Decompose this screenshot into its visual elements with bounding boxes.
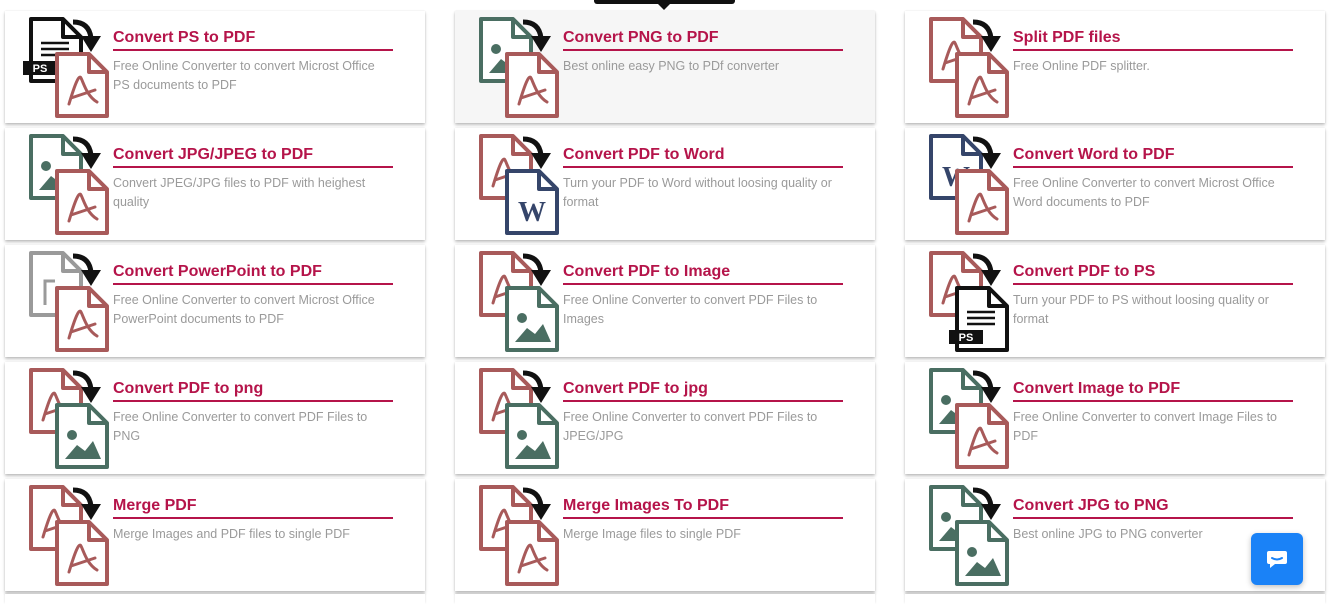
chat-bubble-icon bbox=[1267, 551, 1287, 568]
image-file-icon bbox=[55, 403, 109, 469]
pdf-file-icon bbox=[955, 52, 1009, 118]
conversion-icon bbox=[23, 250, 115, 354]
tool-title[interactable]: Merge PDF bbox=[113, 496, 393, 519]
tool-description: Convert JPEG/JPG files to PDF with heigh… bbox=[113, 176, 366, 209]
chat-button[interactable] bbox=[1251, 533, 1303, 585]
pdf-file-icon bbox=[55, 286, 109, 352]
ps-file-icon: PS bbox=[949, 286, 1009, 352]
tool-description: Free Online Converter to convert Image F… bbox=[1013, 410, 1278, 443]
tool-description: Free Online Converter to convert PDF Fil… bbox=[113, 410, 368, 443]
conversion-icon bbox=[473, 250, 565, 354]
tool-text: Convert JPG/JPEG to PDF Convert JPEG/JPG … bbox=[113, 145, 393, 212]
tool-title[interactable]: Convert PowerPoint to PDF bbox=[113, 262, 393, 285]
conversion-icon bbox=[23, 133, 115, 237]
svg-text:PS: PS bbox=[33, 63, 48, 75]
conversion-icon bbox=[923, 484, 1015, 588]
tool-card[interactable]: PS Convert PS to PDF Free Online Converter… bbox=[5, 11, 425, 123]
tool-card[interactable]: Convert PowerPoint to PDF Free Online Con… bbox=[5, 245, 425, 357]
tooltip-tab bbox=[594, 0, 735, 10]
tool-text: Convert PDF to Image Free Online Converte… bbox=[563, 262, 843, 329]
tool-text: Merge PDF Merge Images and PDF files to s… bbox=[113, 496, 393, 544]
tool-text: Convert PNG to PDF Best online easy PNG t… bbox=[563, 28, 843, 76]
pdf-file-icon bbox=[955, 403, 1009, 469]
tool-card[interactable]: Merge PDF Merge Images and PDF files to s… bbox=[5, 479, 425, 591]
conversion-icon bbox=[923, 367, 1015, 471]
tool-description: Merge Images and PDF files to single PDF bbox=[113, 527, 350, 541]
tool-title[interactable]: Convert Word to PDF bbox=[1013, 145, 1293, 168]
card-partial bbox=[5, 594, 425, 604]
tool-text: Convert PDF to PS Turn your PDF to PS wit… bbox=[1013, 262, 1293, 329]
conversion-icon bbox=[923, 16, 1015, 120]
pdf-file-icon bbox=[55, 169, 109, 235]
card-partial bbox=[455, 594, 875, 604]
svg-text:PS: PS bbox=[959, 332, 974, 344]
tool-title[interactable]: Convert JPG to PNG bbox=[1013, 496, 1293, 519]
conversion-icon bbox=[473, 367, 565, 471]
tool-title[interactable]: Merge Images To PDF bbox=[563, 496, 843, 519]
tool-card[interactable]: Convert JPG/JPEG to PDF Convert JPEG/JPG … bbox=[5, 128, 425, 240]
tool-text: Convert PDF to jpg Free Online Converter … bbox=[563, 379, 843, 446]
tool-description: Free Online PDF splitter. bbox=[1013, 59, 1150, 73]
tool-description: Best online easy PNG to PDf converter bbox=[563, 59, 780, 73]
tool-text: Convert PS to PDF Free Online Converter t… bbox=[113, 28, 393, 95]
tool-description: Free Online Converter to convert PDF Fil… bbox=[563, 410, 818, 443]
pdf-file-icon bbox=[505, 52, 559, 118]
tool-card[interactable]: Convert PDF to jpg Free Online Converter … bbox=[455, 362, 875, 474]
image-file-icon bbox=[505, 403, 559, 469]
word-file-icon: W bbox=[505, 169, 559, 235]
tool-grid: PS Convert PS to PDF Free Online Converter… bbox=[5, 11, 1325, 591]
tool-title[interactable]: Convert Image to PDF bbox=[1013, 379, 1293, 402]
tool-title[interactable]: Convert PDF to jpg bbox=[563, 379, 843, 402]
pdf-file-icon bbox=[55, 52, 109, 118]
tool-title[interactable]: Convert JPG/JPEG to PDF bbox=[113, 145, 393, 168]
pdf-file-icon bbox=[955, 169, 1009, 235]
tool-card[interactable]: Split PDF files Free Online PDF splitter. bbox=[905, 11, 1325, 123]
tool-description: Turn your PDF to PS without loosing qual… bbox=[1013, 293, 1269, 326]
tool-card[interactable]: Convert PNG to PDF Best online easy PNG t… bbox=[455, 11, 875, 123]
tool-description: Free Online Converter to convert PDF Fil… bbox=[563, 293, 818, 326]
tool-title[interactable]: Convert PNG to PDF bbox=[563, 28, 843, 51]
image-file-icon bbox=[955, 520, 1009, 586]
tool-description: Free Online Converter to convert Microst… bbox=[113, 293, 375, 326]
tool-text: Merge Images To PDF Merge Image files to … bbox=[563, 496, 843, 544]
conversion-icon: PS bbox=[23, 16, 115, 120]
conversion-icon bbox=[473, 16, 565, 120]
tool-card[interactable]: Convert PDF to Image Free Online Converte… bbox=[455, 245, 875, 357]
conversion-icon: W bbox=[923, 133, 1015, 237]
conversion-icon bbox=[473, 484, 565, 588]
tool-description: Turn your PDF to Word without loosing qu… bbox=[563, 176, 832, 209]
tool-card[interactable]: Merge Images To PDF Merge Image files to … bbox=[455, 479, 875, 591]
conversion-icon bbox=[23, 367, 115, 471]
tool-title[interactable]: Convert PDF to Image bbox=[563, 262, 843, 285]
tool-text: Convert Image to PDF Free Online Converte… bbox=[1013, 379, 1293, 446]
tool-title[interactable]: Convert PS to PDF bbox=[113, 28, 393, 51]
conversion-icon bbox=[23, 484, 115, 588]
tool-text: Convert PDF to png Free Online Converter … bbox=[113, 379, 393, 446]
card-partial bbox=[905, 594, 1325, 604]
conversion-icon: PS bbox=[923, 250, 1015, 354]
tool-card[interactable]: WConvert Word to PDF Free Online Converte… bbox=[905, 128, 1325, 240]
tool-description: Merge Image files to single PDF bbox=[563, 527, 741, 541]
tool-description: Free Online Converter to convert Microst… bbox=[1013, 176, 1275, 209]
tool-card[interactable]: Convert PDF to png Free Online Converter … bbox=[5, 362, 425, 474]
tool-text: Convert Word to PDF Free Online Converter… bbox=[1013, 145, 1293, 212]
image-file-icon bbox=[505, 286, 559, 352]
tool-title[interactable]: Convert PDF to PS bbox=[1013, 262, 1293, 285]
pdf-file-icon bbox=[55, 520, 109, 586]
conversion-icon: W bbox=[473, 133, 565, 237]
tool-card[interactable]: PS Convert PDF to PS Turn your PDF to PS w… bbox=[905, 245, 1325, 357]
tool-title[interactable]: Split PDF files bbox=[1013, 28, 1293, 51]
tool-card[interactable]: W Convert PDF to Word Turn your PDF to Wor… bbox=[455, 128, 875, 240]
svg-text:W: W bbox=[518, 197, 546, 228]
tool-card[interactable]: Convert Image to PDF Free Online Converte… bbox=[905, 362, 1325, 474]
pdf-file-icon bbox=[505, 520, 559, 586]
tool-description: Free Online Converter to convert Microst… bbox=[113, 59, 375, 92]
tool-text: Convert PDF to Word Turn your PDF to Word… bbox=[563, 145, 843, 212]
tool-text: Convert PowerPoint to PDF Free Online Con… bbox=[113, 262, 393, 329]
tool-title[interactable]: Convert PDF to png bbox=[113, 379, 393, 402]
tool-title[interactable]: Convert PDF to Word bbox=[563, 145, 843, 168]
tool-text: Split PDF files Free Online PDF splitter. bbox=[1013, 28, 1293, 76]
